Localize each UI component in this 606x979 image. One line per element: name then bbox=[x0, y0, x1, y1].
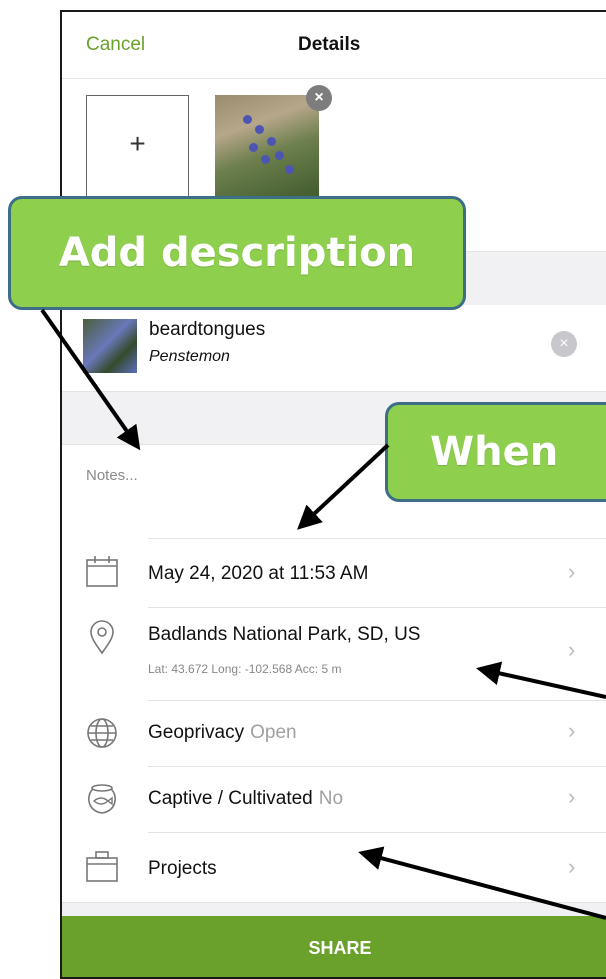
chevron-right-icon: › bbox=[568, 718, 576, 743]
location-pin-icon bbox=[90, 620, 114, 655]
coordinates-text: Lat: 43.672 Long: -102.568 Acc: 5 m bbox=[148, 662, 342, 676]
captive-label: Captive / Cultivated No bbox=[148, 788, 344, 809]
date-label: May 24, 2020 at 11:53 AM bbox=[148, 563, 369, 584]
date-row[interactable]: May 24, 2020 at 11:53 AM › bbox=[62, 538, 606, 607]
notes-field[interactable]: Notes... bbox=[86, 467, 138, 484]
chevron-right-icon: › bbox=[568, 637, 576, 662]
chevron-right-icon: › bbox=[568, 559, 576, 584]
callout-when: When bbox=[385, 402, 606, 502]
projects-label: Projects bbox=[148, 858, 217, 879]
remove-photo-icon[interactable]: × bbox=[306, 85, 332, 111]
chevron-right-icon: › bbox=[568, 854, 576, 879]
taxon-row[interactable]: beardtongues Penstemon × bbox=[62, 305, 606, 391]
captive-row[interactable]: Captive / Cultivated No › bbox=[62, 766, 606, 832]
fishbowl-icon bbox=[88, 784, 116, 814]
globe-icon bbox=[87, 718, 117, 748]
share-button[interactable]: SHARE bbox=[62, 916, 606, 977]
projects-row[interactable]: Projects › bbox=[62, 832, 606, 902]
briefcase-icon bbox=[86, 851, 118, 882]
cancel-button[interactable]: Cancel bbox=[86, 34, 145, 56]
location-label: Badlands National Park, SD, US bbox=[148, 624, 421, 645]
callout-add-description: Add description bbox=[8, 196, 466, 310]
add-photo-button[interactable]: + bbox=[86, 95, 189, 200]
geoprivacy-label: Geoprivacy Open bbox=[148, 722, 297, 743]
taxon-scientific-name: Penstemon bbox=[149, 348, 230, 365]
taxon-photo bbox=[83, 319, 137, 373]
plus-icon: + bbox=[129, 128, 146, 159]
calendar-icon bbox=[86, 556, 118, 587]
geoprivacy-value: Open bbox=[250, 722, 297, 743]
page-title: Details bbox=[298, 34, 361, 55]
photo-thumbnail[interactable] bbox=[215, 95, 319, 200]
clear-taxon-icon[interactable]: × bbox=[551, 331, 577, 357]
captive-value: No bbox=[318, 788, 344, 809]
nav-bar: Cancel Details bbox=[62, 12, 606, 79]
taxon-common-name: beardtongues bbox=[149, 319, 266, 340]
chevron-right-icon: › bbox=[568, 784, 576, 809]
geoprivacy-row[interactable]: Geoprivacy Open › bbox=[62, 700, 606, 766]
location-row[interactable]: Badlands National Park, SD, US Lat: 43.6… bbox=[62, 607, 606, 700]
